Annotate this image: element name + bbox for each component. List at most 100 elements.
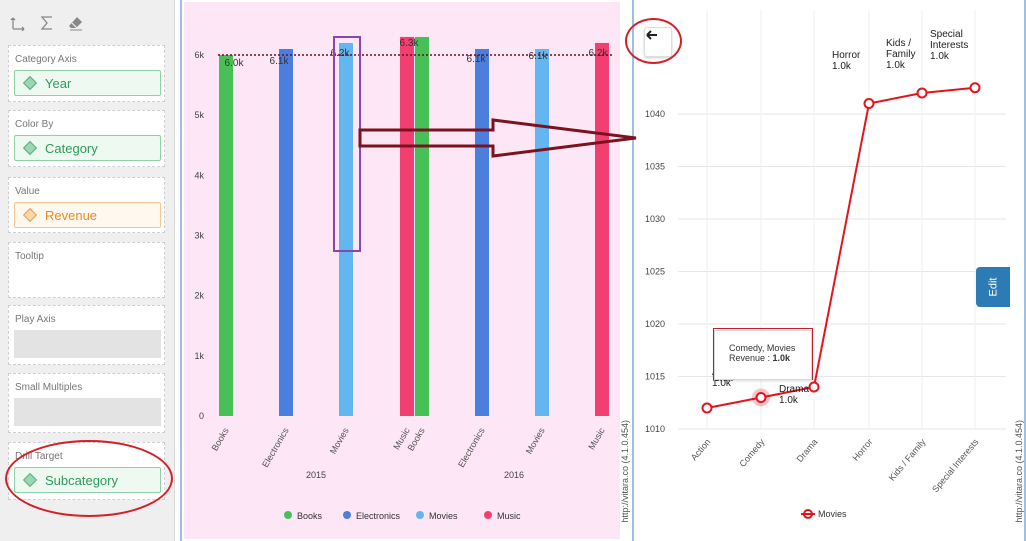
point-label: Kids / Family 1.0k: [886, 38, 915, 71]
chip-label: Category: [45, 140, 98, 156]
data-point: [701, 402, 713, 414]
edit-label: Edit: [987, 277, 999, 297]
sigma-icon[interactable]: [40, 15, 54, 31]
x-tick-label: Movies: [328, 426, 351, 456]
tooltip-pane[interactable]: Tooltip: [8, 242, 165, 298]
legend-label: Music: [497, 511, 521, 521]
bar-music: [400, 36, 414, 416]
bar-electronics: [475, 48, 489, 416]
small-multiples-pane: Small Multiples: [8, 373, 165, 433]
point-label: Horror 1.0k: [832, 50, 861, 72]
bar-chart-panel: 0 1k 2k 3k 4k 5k 6k 6.0k 6.1k 6.2k 6.3k 6.1k 6.1k 6.2…: [180, 0, 632, 541]
x-tick-label: Electronics: [260, 426, 291, 470]
chart-tooltip: Comedy, Movies Revenue : 1.0k: [714, 330, 812, 380]
bar-movies: [535, 48, 549, 416]
tooltip-label: Revenue :: [729, 353, 771, 363]
x-tick-label: Special Interests: [930, 436, 981, 494]
watermark: http://vitara.co (4.1.0.454): [620, 420, 630, 523]
legend-swatch: [416, 511, 424, 519]
drill-target-highlight: [5, 440, 173, 517]
watermark: http://vitara.co (4.1.0.454): [1014, 420, 1024, 523]
x-tick-label: Books: [210, 426, 231, 453]
data-point: [755, 392, 767, 403]
pane-title: Color By: [15, 119, 54, 130]
data-label: 6.0k: [225, 58, 245, 69]
edit-button[interactable]: Edit: [976, 267, 1010, 307]
bar-music: [595, 42, 609, 416]
legend-swatch: [284, 511, 292, 519]
legend-label: Movies: [818, 509, 847, 519]
data-point: [916, 87, 928, 99]
play-axis-drop-slot[interactable]: [14, 330, 161, 358]
chip-label: Year: [45, 75, 72, 91]
legend-swatch: [343, 511, 351, 519]
properties-panel: Category Axis Year Color By Category Val…: [0, 0, 175, 541]
y-tick-label: 0: [199, 411, 204, 421]
data-label: 6.1k: [270, 56, 290, 67]
play-axis-pane: Play Axis: [8, 305, 165, 365]
x-tick-label: Drama: [795, 437, 820, 464]
pane-title: Tooltip: [15, 251, 44, 262]
group-label: 2016: [504, 470, 524, 480]
bar-books: [415, 36, 429, 416]
dimension-icon: [22, 75, 38, 91]
legend-label: Books: [297, 511, 323, 521]
small-multiples-drop-slot[interactable]: [14, 398, 161, 426]
tooltip-title: Comedy, Movies: [729, 343, 796, 353]
x-tick-label: Horror: [850, 437, 874, 463]
point-label: Special Interests 1.0k: [930, 29, 968, 62]
eraser-icon[interactable]: [68, 15, 84, 31]
pane-title: Value: [15, 186, 40, 197]
value-pane: Value Revenue: [8, 177, 165, 233]
x-tick-label: Movies: [524, 426, 547, 456]
point-label: Drama 1.0k: [779, 384, 809, 406]
swap-axes-icon[interactable]: [10, 15, 26, 31]
legend-label: Movies: [429, 511, 458, 521]
data-point: [863, 98, 875, 109]
y-tick-label: 1015: [645, 372, 665, 382]
data-label: 6.1k: [529, 51, 549, 62]
measure-icon: [22, 207, 38, 223]
bar-movies: [339, 42, 353, 416]
year-field-chip[interactable]: Year: [14, 70, 161, 96]
bar-chart: 01k2k3k4k5k6k6.0k 6.1k6.2k6.3k6.1k 6.1k 6.2…: [194, 36, 614, 521]
data-label: 6.3k: [400, 38, 420, 49]
data-label: 6.2k: [589, 48, 609, 59]
y-tick-label: 1040: [645, 109, 665, 119]
y-tick-label: 1025: [645, 267, 665, 277]
dimension-icon: [22, 140, 38, 156]
data-point: [969, 82, 981, 94]
y-tick-label: 1030: [645, 214, 665, 224]
chip-label: Revenue: [45, 207, 98, 223]
tooltip-value-row: Revenue : 1.0k: [729, 353, 803, 363]
tooltip-value: 1.0k: [772, 353, 791, 363]
x-tick-label: Kids / Family: [887, 436, 928, 482]
y-tick-label: 1020: [645, 319, 665, 329]
category-axis-pane: Category Axis Year: [8, 45, 165, 102]
y-tick-label: 5k: [194, 110, 204, 120]
y-tick-label: 6k: [194, 50, 204, 60]
group-label: 2015: [306, 470, 326, 480]
legend-label: Electronics: [356, 511, 401, 521]
y-tick-label: 2k: [194, 291, 204, 301]
x-tick-label: Music: [586, 426, 607, 452]
bar-books: [219, 55, 233, 416]
pane-title: Category Axis: [15, 54, 77, 65]
panel-toolbar: [10, 12, 84, 34]
data-point: [808, 381, 820, 393]
x-tick-label: Comedy: [737, 436, 767, 468]
y-tick-label: 1035: [645, 162, 665, 172]
line-chart: 1010101510201025103010351040Action1.0kCo…: [645, 10, 1006, 519]
y-tick-label: 4k: [194, 170, 204, 180]
bar-electronics: [279, 48, 293, 416]
y-tick-label: 1k: [194, 351, 204, 361]
color-by-pane: Color By Category: [8, 110, 165, 167]
y-tick-label: 3k: [194, 231, 204, 241]
category-field-chip[interactable]: Category: [14, 135, 161, 161]
x-tick-label: Electronics: [456, 426, 487, 470]
revenue-field-chip[interactable]: Revenue: [14, 202, 161, 228]
legend-swatch: [484, 511, 492, 519]
pane-title: Play Axis: [15, 314, 56, 325]
drill-line-chart-panel: 1010101510201025103010351040Action1.0kCo…: [632, 0, 1026, 541]
back-button-highlight: [625, 18, 682, 64]
